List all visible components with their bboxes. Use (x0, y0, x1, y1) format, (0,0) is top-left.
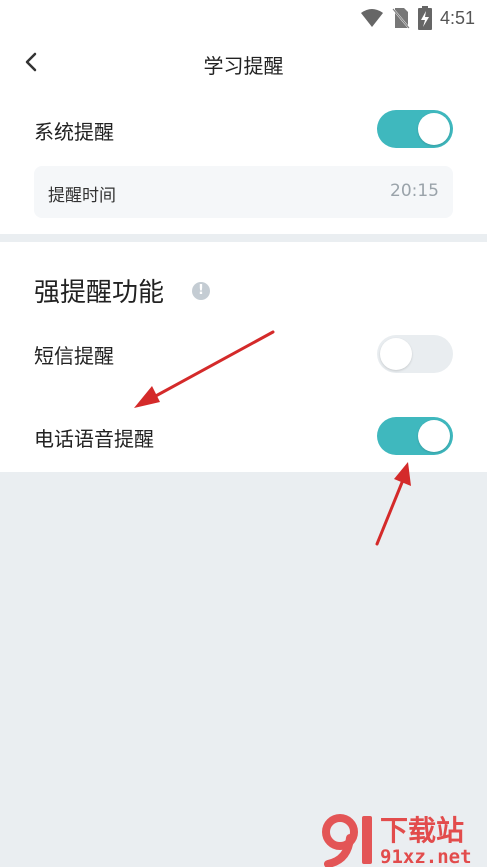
strong-reminder-section: 强提醒功能 ! 短信提醒 电话语音提醒 (0, 242, 487, 472)
reminder-time-picker[interactable]: 提醒时间 20:15 (34, 166, 453, 218)
battery-charging-icon (417, 6, 432, 30)
toggle-knob (380, 338, 412, 370)
wifi-icon (360, 9, 383, 27)
system-reminder-section: 系统提醒 提醒时间 20:15 (0, 92, 487, 234)
reminder-time-value: 20:15 (390, 181, 439, 201)
status-time: 4:51 (439, 7, 475, 28)
sms-reminder-label: 短信提醒 (34, 344, 114, 368)
system-reminder-label: 系统提醒 (34, 120, 114, 144)
sms-reminder-toggle[interactable] (377, 335, 453, 373)
page-title: 学习提醒 (203, 54, 284, 78)
toggle-knob (418, 420, 450, 452)
reminder-time-label: 提醒时间 (48, 186, 116, 206)
toggle-knob (418, 113, 450, 145)
watermark-text-primary: 下载站 (380, 814, 464, 847)
section-title: 强提醒功能 (34, 278, 165, 308)
system-reminder-toggle[interactable] (377, 110, 453, 148)
watermark-text-secondary: 91xz.net (380, 846, 472, 867)
voice-call-reminder-toggle[interactable] (377, 417, 453, 455)
section-divider (0, 234, 487, 242)
info-icon[interactable]: ! (192, 282, 210, 300)
watermark-logo-icon (322, 814, 372, 867)
status-icons: 4:51 (360, 6, 475, 30)
app-header: 学习提醒 (0, 34, 487, 92)
no-sim-icon (392, 8, 410, 29)
voice-call-reminder-label: 电话语音提醒 (34, 427, 154, 451)
site-watermark: 下载站 91xz.net (322, 814, 472, 867)
status-bar: 4:51 (0, 0, 487, 34)
arrow-to-voice-toggle (375, 462, 411, 546)
